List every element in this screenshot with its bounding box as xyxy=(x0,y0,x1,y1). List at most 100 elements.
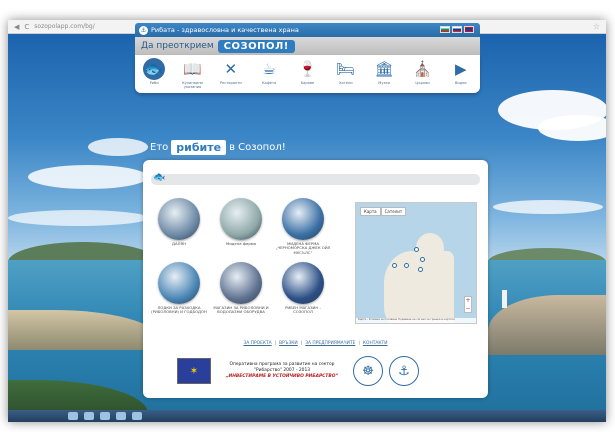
menu-item[interactable]: 📖 Кулинарни указания xyxy=(176,58,208,90)
menu-item[interactable]: ☕ Кафета xyxy=(253,58,285,86)
site-title: Рибата - здравословна и качествена храна xyxy=(151,26,299,34)
eu-funding-banner: ✶ Оперативна програма за развитие на сек… xyxy=(177,353,457,389)
slogan-highlight: СОЗОПОЛ! xyxy=(217,39,295,53)
content-panel: 🐟 ДАЛЯН Мидена ферма МИДЕНА ФЕРМА „ЧЕРНОМО… xyxy=(143,160,488,398)
headline-suffix: в Созопол! xyxy=(229,142,286,153)
fisheries-agency-seal-icon: ⚓ xyxy=(389,356,419,386)
location-map[interactable]: Карта Сателит + − Карти - Условия за пол… xyxy=(355,202,477,324)
category-tile[interactable]: ДАЛЯН xyxy=(151,198,207,246)
category-photo[interactable] xyxy=(220,262,262,304)
fish-filter-bar[interactable]: 🐟 xyxy=(151,172,480,185)
footer-link[interactable]: ЗА ПРОЕКТА xyxy=(243,341,271,346)
category-photo[interactable] xyxy=(282,198,324,240)
flag-bg-icon[interactable] xyxy=(440,26,450,33)
footer-separator: | xyxy=(358,341,360,346)
category-tile[interactable]: РИБЕН МАГАЗИН - СОЗОПОЛ xyxy=(275,262,331,315)
category-photo[interactable] xyxy=(158,262,200,304)
eu-flag-icon: ✶ xyxy=(177,358,211,384)
category-tile[interactable]: МИДЕНА ФЕРМА „ЧЕРНОМОРСКА ДЖЕК ОЙЛ МУСЪЛ… xyxy=(275,198,331,255)
menu-item[interactable]: 🏛 Музеи xyxy=(368,58,400,86)
fish-icon: 🐟 xyxy=(153,172,166,183)
taskbar-app-icon[interactable] xyxy=(68,412,78,420)
menu-item-label: Музеи xyxy=(378,81,390,85)
cloud xyxy=(8,210,148,226)
cloud xyxy=(28,165,148,189)
map-pin-icon[interactable] xyxy=(392,263,397,268)
map-footer: Карти - Условия за ползване Подаване на … xyxy=(356,318,476,323)
fish-icon: 🐟 xyxy=(143,58,166,80)
headline-highlight: рибите xyxy=(171,140,227,155)
category-tile[interactable]: МАГАЗИН ЗА РИБОЛОВНИ И ВОДОЛАЗНИ ОБОРУДВ… xyxy=(213,262,269,315)
menu-item-label: Кулинарни указания xyxy=(182,81,203,89)
map-tab-satellite[interactable]: Сателит xyxy=(380,207,407,216)
footer-links: ЗА ПРОЕКТА | ВРЪЗКИ | ЗА ПРЕДПРИЯМАЧИТЕ | КОНТ… xyxy=(143,341,488,346)
map-land xyxy=(384,251,454,323)
coffee-icon: ☕ xyxy=(262,59,276,78)
taskbar-app-icon[interactable] xyxy=(132,412,142,420)
eu-line-3: „ИНВЕСТИРАМЕ В УСТОЙЧИВО РИБАРСТВО“ xyxy=(225,373,339,379)
footer-link[interactable]: ЗА ПРЕДПРИЯМАЧИТЕ xyxy=(305,341,355,346)
menu-item[interactable]: 🍷 Барове xyxy=(291,58,323,86)
church-icon: ⛪ xyxy=(413,59,432,78)
menu-item-label: Барове xyxy=(300,81,315,85)
zoom-in-icon[interactable]: + xyxy=(465,297,470,305)
footer-separator: | xyxy=(274,341,277,346)
map-pin-icon[interactable] xyxy=(414,247,419,252)
menu-item[interactable]: 🐟 Риби xyxy=(138,58,170,86)
logo-icon[interactable]: ⚓ xyxy=(139,25,148,35)
bed-icon: 🛏 xyxy=(336,59,356,78)
language-switcher xyxy=(440,26,474,33)
category-photo[interactable] xyxy=(282,262,324,304)
fisheries-programme-seal-icon: ☸ xyxy=(353,356,383,386)
menu-item[interactable]: ✕ Ресторанти xyxy=(215,58,247,86)
map-pin-icon[interactable] xyxy=(420,257,425,262)
lighthouse xyxy=(502,290,507,308)
book-icon: 📖 xyxy=(183,59,202,78)
slogan-bar: Да преоткрием СОЗОПОЛ! xyxy=(135,37,480,55)
menu-item-label: Ресторанти xyxy=(219,81,242,85)
flag-en-icon[interactable] xyxy=(464,26,474,33)
category-caption: Мидена ферма xyxy=(226,241,256,246)
taskbar-app-icon[interactable] xyxy=(84,412,94,420)
map-zoom-control[interactable]: + − xyxy=(464,296,472,313)
flag-ru-icon[interactable] xyxy=(452,26,462,33)
taskbar-app-icon[interactable] xyxy=(100,412,110,420)
taskbar-app-icon[interactable] xyxy=(116,412,126,420)
category-tile[interactable]: ЛОДКИ ЗА РАЗХОДКА (РИБОЛОВНИ) И ГОДБОДОН xyxy=(151,262,207,315)
wine-glass-icon: 🍷 xyxy=(298,59,317,78)
map-pin-icon[interactable] xyxy=(418,267,423,272)
menu-item[interactable]: 🛏 Хотели xyxy=(330,58,362,86)
category-photo[interactable] xyxy=(158,198,200,240)
menu-item-label: Риби xyxy=(149,81,159,85)
menu-item-label: Кафета xyxy=(261,81,277,85)
category-caption: ДАЛЯН xyxy=(172,241,186,246)
footer-link[interactable]: КОНТАКТИ xyxy=(363,341,388,346)
eu-programme-text: Оперативна програма за развитие на секто… xyxy=(217,362,347,379)
site-header: ⚓ Рибата - здравословна и качествена хра… xyxy=(135,23,480,93)
menu-item[interactable]: ▶ Видео xyxy=(445,58,477,86)
page-headline: Ето рибите в Созопол! xyxy=(150,140,286,155)
category-caption: МАГАЗИН ЗА РИБОЛОВНИ И ВОДОЛАЗНИ ОБОРУДВ… xyxy=(213,305,269,315)
menu-item-label: Видео xyxy=(454,81,467,85)
cutlery-icon: ✕ xyxy=(224,59,238,78)
category-tile[interactable]: Мидена ферма xyxy=(213,198,269,246)
site-title-bar: ⚓ Рибата - здравословна и качествена хра… xyxy=(135,23,480,37)
footer-link[interactable]: ВРЪЗКИ xyxy=(279,341,298,346)
category-caption: ЛОДКИ ЗА РАЗХОДКА (РИБОЛОВНИ) И ГОДБОДОН xyxy=(151,305,207,315)
category-photo[interactable] xyxy=(220,198,262,240)
os-taskbar xyxy=(8,410,606,422)
video-icon: ▶ xyxy=(455,59,467,78)
back-icon[interactable]: ◀ xyxy=(14,23,19,31)
cloud xyxy=(88,138,148,156)
main-menu: 🐟 Риби 📖 Кулинарни указания ✕ Ресторанти ☕ Кафе… xyxy=(135,55,480,93)
zoom-out-icon[interactable]: − xyxy=(465,305,470,313)
footer-separator: | xyxy=(300,341,303,346)
map-pin-icon[interactable] xyxy=(404,263,409,268)
url-text[interactable]: sozopolapp.com/bg/ xyxy=(34,23,94,30)
bookmark-star-icon[interactable]: ☆ xyxy=(593,22,600,31)
museum-icon: 🏛 xyxy=(374,59,394,78)
map-tab-map[interactable]: Карта xyxy=(360,207,381,216)
cloud xyxy=(493,200,603,214)
menu-item[interactable]: ⛪ Църкви xyxy=(406,58,438,86)
reload-icon[interactable]: C xyxy=(24,23,29,31)
